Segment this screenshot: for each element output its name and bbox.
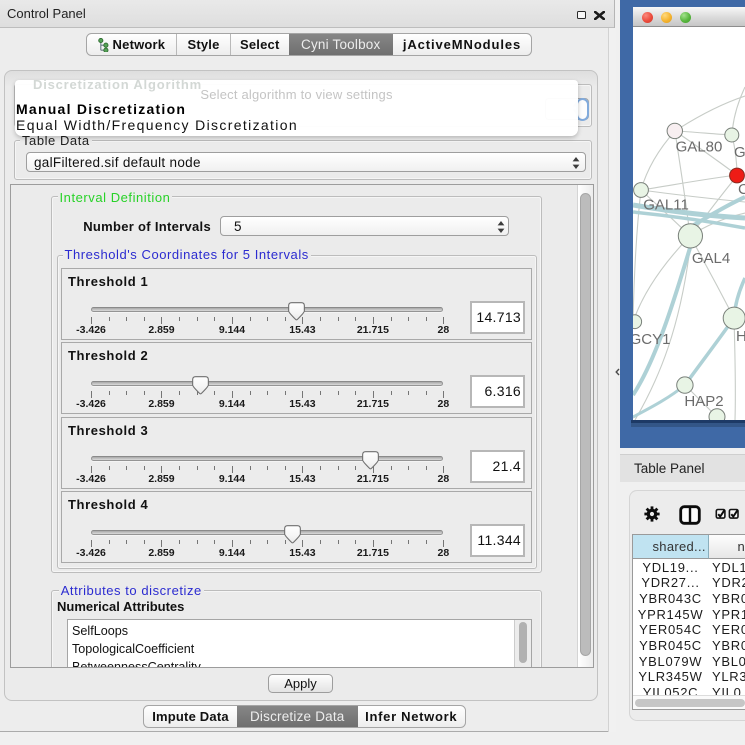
svg-text:GAL11: GAL11 bbox=[643, 197, 689, 214]
svg-text:H: H bbox=[736, 328, 745, 345]
svg-text:HAP2: HAP2 bbox=[684, 393, 723, 410]
svg-text:CR: CR bbox=[738, 181, 745, 198]
svg-text:GAL80: GAL80 bbox=[676, 139, 723, 156]
svg-text:GCY1: GCY1 bbox=[633, 331, 670, 348]
svg-text:GAL: GAL bbox=[734, 144, 745, 161]
svg-text:GAL4: GAL4 bbox=[692, 250, 730, 267]
